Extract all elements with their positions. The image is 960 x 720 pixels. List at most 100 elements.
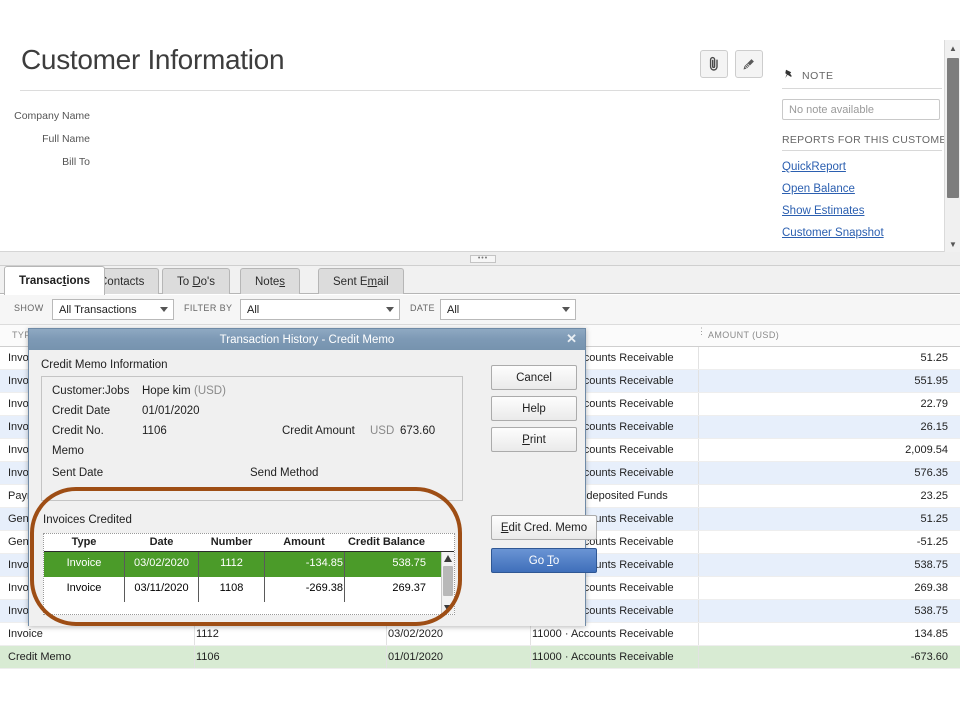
tab-bar: Transactions Contacts To Do's Notes Sent… (0, 266, 960, 295)
table-row[interactable]: Credit Memo 1106 01/01/2020 11000 · Account… (0, 646, 960, 669)
cell-amount: 22.79 (920, 398, 948, 410)
report-link-open-balance[interactable]: Open Balance (782, 183, 942, 195)
cell-amount: 134.85 (914, 628, 948, 640)
print-button[interactable]: Print (491, 427, 577, 452)
cell-amount: 51.25 (920, 513, 948, 525)
cell-amount: -51.25 (916, 536, 948, 548)
credit-date-value: 01/01/2020 (142, 405, 200, 417)
scroll-up-arrow-icon[interactable] (442, 552, 454, 564)
cell-number: 1108 (219, 582, 244, 594)
button-label: Cancel (516, 371, 552, 384)
invoices-table-scrollbar[interactable] (441, 552, 454, 614)
date-dropdown[interactable]: All (440, 299, 576, 320)
column-divider (124, 552, 125, 577)
show-label: SHOW (14, 303, 44, 313)
scrollbar-thumb[interactable] (947, 58, 959, 198)
credit-amount-currency: USD (370, 425, 395, 437)
cell-number: 1112 (220, 557, 243, 569)
title-divider (20, 90, 750, 91)
chevron-down-icon (160, 307, 168, 312)
cell-amount: 576.35 (914, 467, 948, 479)
scroll-up-arrow-icon[interactable]: ▲ (946, 41, 960, 55)
memo-label: Memo (52, 445, 84, 457)
filter-by-dropdown[interactable]: All (240, 299, 400, 320)
col-header-amount: Amount (283, 536, 325, 548)
credit-memo-information-box: Customer:Jobs Hope kim (USD) Credit Date… (41, 376, 463, 501)
column-divider (386, 646, 387, 668)
dialog-title-bar[interactable]: Transaction History - Credit Memo ✕ (29, 329, 585, 350)
column-divider (698, 531, 699, 553)
invoices-credited-row[interactable]: Invoice 03/02/2020 1112 -134.85 538.75 (44, 552, 454, 577)
tab-notes[interactable]: Notes (240, 268, 301, 294)
table-row[interactable]: Invoice 1112 03/02/2020 11000 · Accounts Re… (0, 623, 960, 646)
column-divider (698, 646, 699, 668)
cell-type: Invoice (66, 557, 102, 569)
scroll-down-arrow-icon[interactable]: ▼ (946, 237, 960, 251)
column-divider (698, 508, 699, 530)
button-label: Edit Cred. Memo (500, 521, 588, 534)
column-divider (386, 623, 387, 645)
note-input[interactable]: No note available (782, 99, 940, 120)
filter-bar: SHOW All Transactions FILTER BY All DATE… (0, 295, 960, 325)
column-divider (198, 577, 199, 602)
splitter-grip-icon[interactable]: ••• (470, 255, 496, 263)
company-name-label: Company Name (14, 110, 90, 122)
tab-label: Notes (255, 275, 286, 288)
cell-amount: 2,009.54 (905, 444, 948, 456)
scrollbar-thumb[interactable] (443, 566, 453, 596)
invoices-credited-row[interactable]: Invoice 03/11/2020 1108 -269.38 269.37 (44, 577, 454, 602)
column-divider (698, 623, 699, 645)
column-divider (344, 552, 345, 577)
cell-amount: 551.95 (914, 375, 948, 387)
col-header-number: Number (210, 536, 253, 548)
cell-account: 11000 · Accounts Receivable (532, 651, 674, 663)
paperclip-icon[interactable] (700, 50, 728, 78)
edit-cred-memo-button[interactable]: Edit Cred. Memo (491, 515, 597, 540)
report-link-customer-snapshot[interactable]: Customer Snapshot (782, 227, 942, 239)
note-sidebar: NOTE No note available REPORTS FOR THIS … (782, 68, 954, 239)
col-header-date: Date (149, 536, 174, 548)
help-button[interactable]: Help (491, 396, 577, 421)
tab-todos[interactable]: To Do's (162, 268, 230, 294)
page-title: Customer Information (21, 44, 285, 75)
tab-label: To Do's (177, 275, 215, 288)
show-dropdown[interactable]: All Transactions (52, 299, 174, 320)
cancel-button[interactable]: Cancel (491, 365, 577, 390)
note-heading-row: NOTE (782, 68, 942, 84)
filter-by-dropdown-value: All (247, 303, 260, 316)
column-divider (530, 646, 531, 668)
cell-date: 03/02/2020 (133, 557, 190, 569)
button-label: Print (522, 433, 546, 446)
cell-account: 11000 · Accounts Receivable (532, 628, 674, 640)
col-header-type: Type (71, 536, 97, 548)
go-to-button[interactable]: Go To (491, 548, 597, 573)
cell-amount: 538.75 (914, 605, 948, 617)
cell-type: Credit Memo (8, 651, 71, 663)
column-header-amount[interactable]: AMOUNT (USD) (708, 330, 779, 340)
customer-panel-scrollbar[interactable]: ▲ ▼ (944, 40, 960, 252)
invoices-credited-rows: Invoice 03/02/2020 1112 -134.85 538.75 Invoic… (44, 552, 454, 602)
column-divider (698, 485, 699, 507)
column-divider (344, 577, 345, 602)
column-drag-handle-icon[interactable]: ⋮ (697, 327, 706, 336)
transaction-history-dialog: Transaction History - Credit Memo ✕ Cred… (28, 328, 597, 626)
button-label: Go To (528, 554, 560, 567)
pencil-icon[interactable] (735, 50, 763, 78)
chevron-down-icon (386, 307, 394, 312)
tab-transactions[interactable]: Transactions (4, 266, 105, 295)
credit-no-label: Credit No. (52, 425, 104, 437)
column-divider (698, 554, 699, 576)
close-icon[interactable]: ✕ (566, 332, 577, 346)
bill-to-label: Bill To (62, 156, 90, 168)
cell-type: Invoice (66, 582, 102, 594)
column-divider (264, 552, 265, 577)
scroll-down-arrow-icon[interactable] (442, 602, 454, 614)
report-link-show-estimates[interactable]: Show Estimates (782, 205, 942, 217)
show-dropdown-value: All Transactions (59, 303, 137, 316)
tab-sent-email[interactable]: Sent Email (318, 268, 404, 294)
report-link-quickreport[interactable]: QuickReport (782, 161, 942, 173)
cell-date: 03/02/2020 (388, 628, 444, 640)
panel-splitter[interactable]: ••• (0, 252, 960, 266)
note-divider (782, 88, 942, 89)
invoices-credited-header-row: Type Date Number Amount Credit Balance (44, 534, 454, 552)
